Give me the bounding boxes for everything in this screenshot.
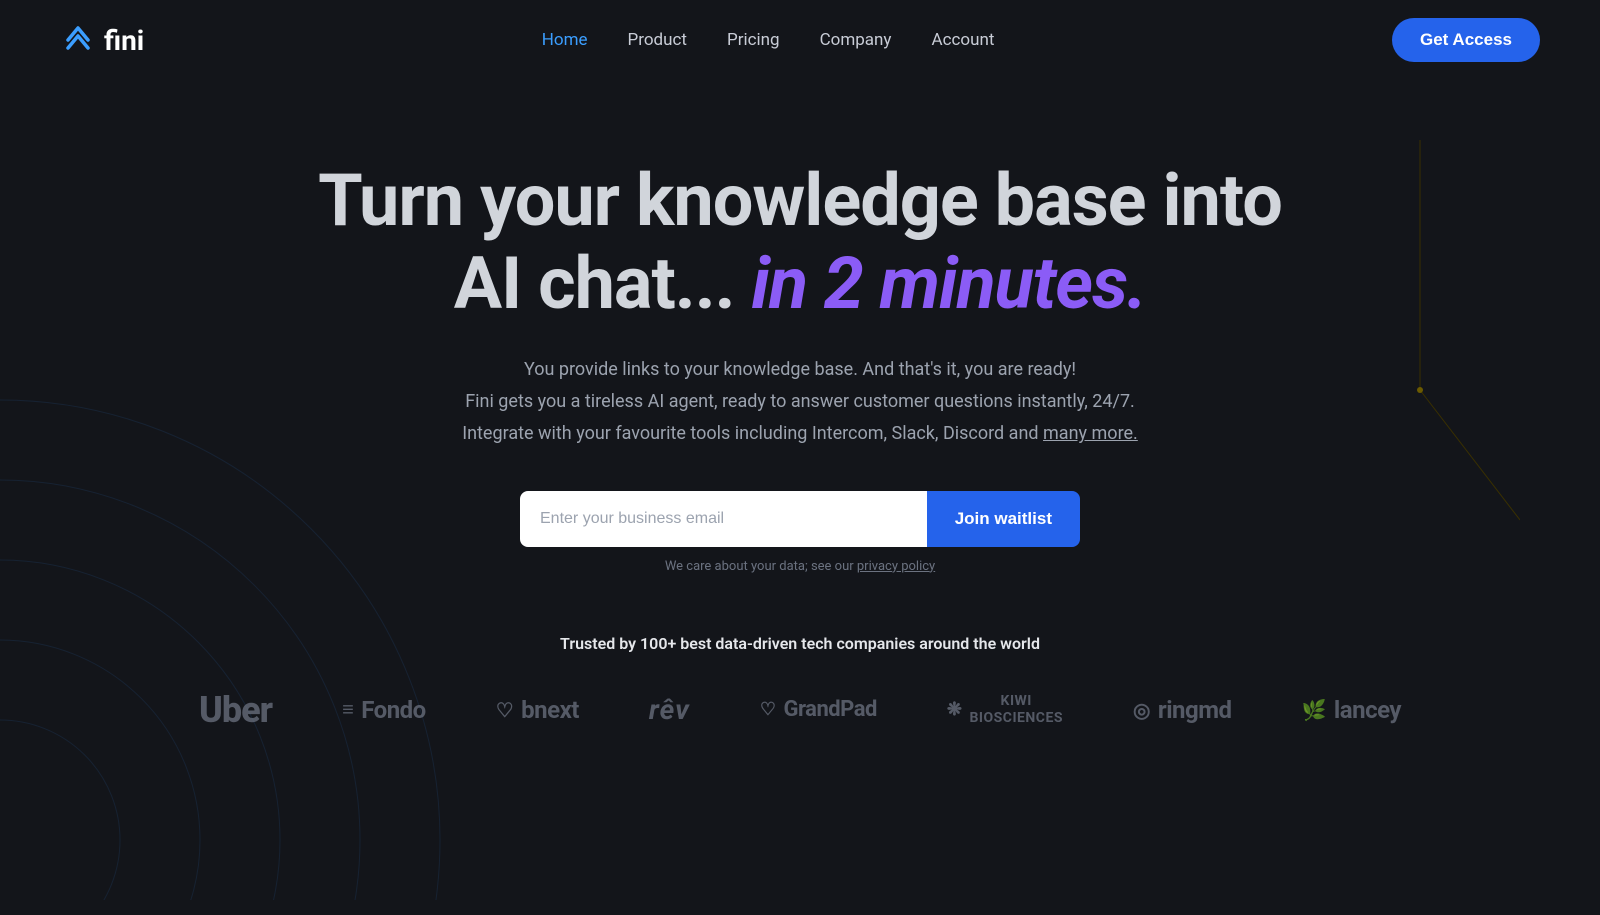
privacy-policy-link[interactable]: privacy policy bbox=[857, 559, 935, 574]
logo-bnext: ♡ bnext bbox=[496, 696, 579, 724]
grandpad-label: GrandPad bbox=[783, 697, 876, 722]
hero-section: Turn your knowledge base into AI chat...… bbox=[0, 80, 1600, 791]
many-more-link[interactable]: many more. bbox=[1043, 423, 1138, 444]
brand-name: fini bbox=[104, 24, 144, 57]
nav-item-pricing[interactable]: Pricing bbox=[727, 30, 780, 50]
kiwi-label: KIWIBIOSCIENCES bbox=[969, 693, 1062, 727]
nav-item-account[interactable]: Account bbox=[931, 30, 994, 50]
fondo-icon: ≡ bbox=[342, 697, 353, 722]
lancey-icon: 🌿 bbox=[1302, 698, 1326, 722]
logo-uber: Uber bbox=[199, 689, 272, 731]
ringmd-label: ringmd bbox=[1158, 696, 1232, 724]
trusted-title: Trusted by 100+ best data-driven tech co… bbox=[60, 634, 1540, 653]
lancey-label: lancey bbox=[1334, 696, 1401, 724]
hero-heading: Turn your knowledge base into AI chat...… bbox=[60, 160, 1540, 326]
get-access-button[interactable]: Get Access bbox=[1392, 18, 1540, 62]
navbar: fini Home Product Pricing Company Accoun… bbox=[0, 0, 1600, 80]
join-waitlist-button[interactable]: Join waitlist bbox=[927, 491, 1080, 547]
bnext-icon: ♡ bbox=[496, 698, 513, 722]
kiwi-icon: ❋ bbox=[947, 699, 962, 720]
rev-label: rêv bbox=[649, 693, 690, 726]
brand-logo[interactable]: fini bbox=[60, 22, 144, 58]
fondo-label: Fondo bbox=[361, 696, 425, 724]
logo-fondo: ≡ Fondo bbox=[342, 696, 426, 724]
logo-kiwi: ❋ KIWIBIOSCIENCES bbox=[947, 693, 1063, 727]
ringmd-icon: ◎ bbox=[1133, 698, 1150, 722]
bnext-label: bnext bbox=[521, 696, 579, 724]
privacy-note: We care about your data; see our privacy… bbox=[60, 559, 1540, 574]
nav-links: Home Product Pricing Company Account bbox=[542, 30, 995, 50]
uber-label: Uber bbox=[199, 689, 272, 731]
nav-item-company[interactable]: Company bbox=[820, 30, 892, 50]
hero-subtitle: You provide links to your knowledge base… bbox=[450, 354, 1150, 451]
hero-content: Turn your knowledge base into AI chat...… bbox=[60, 160, 1540, 574]
nav-item-home[interactable]: Home bbox=[542, 30, 588, 50]
nav-item-product[interactable]: Product bbox=[628, 30, 687, 50]
logo-lancey: 🌿 lancey bbox=[1302, 696, 1401, 724]
logo-grandpad: ♡ GrandPad bbox=[760, 697, 877, 722]
email-input[interactable] bbox=[520, 491, 927, 547]
logo-ringmd: ◎ ringmd bbox=[1133, 696, 1232, 724]
logo-rev: rêv bbox=[649, 693, 690, 726]
company-logos: Uber ≡ Fondo ♡ bnext rêv ♡ GrandPad ❋ KI… bbox=[60, 689, 1540, 731]
grandpad-icon: ♡ bbox=[760, 699, 776, 720]
email-form: Join waitlist bbox=[520, 491, 1080, 547]
trusted-section: Trusted by 100+ best data-driven tech co… bbox=[60, 634, 1540, 731]
